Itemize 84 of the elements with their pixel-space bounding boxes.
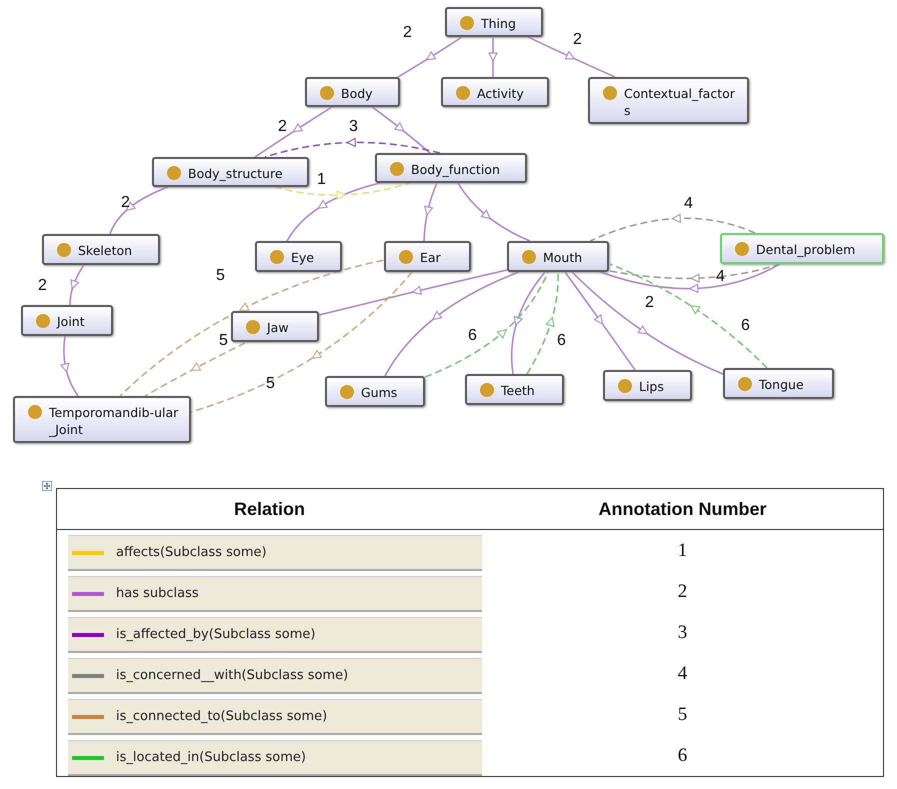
edge-number: 4 [716,267,725,287]
relation-name: is_affected_by(Subclass some) [116,627,316,642]
relation-name: is_concerned__with(Subclass some) [116,668,348,683]
class-dot-icon [246,320,260,334]
class-label: Temporomandib-ular_Joint [49,404,180,438]
class-label: Teeth [501,382,535,399]
class-dot-icon [28,405,42,419]
class-node[interactable]: Ear [384,241,471,272]
class-dot-icon [167,166,181,180]
class-node[interactable]: Thing [445,7,543,37]
class-node[interactable]: Lips [603,370,692,401]
edge-number: 6 [557,331,566,351]
edge-number: 1 [317,170,326,190]
class-label: Contextual_factors [624,85,736,119]
edge-number: 5 [216,266,225,286]
edge-number: 2 [278,117,287,137]
annotation-number: 1 [482,530,884,571]
class-dot-icon [618,379,632,393]
class-dot-icon [399,250,413,264]
class-node[interactable]: Activity [441,77,549,107]
class-dot-icon [460,16,474,30]
class-label: Ear [420,249,441,266]
move-handle-icon[interactable] [42,481,52,491]
class-dot-icon [603,86,617,100]
class-node[interactable]: Tongue [723,368,834,399]
class-label: Joint [57,313,85,330]
class-label: Gums [361,384,398,401]
edge-number: 2 [38,276,47,296]
class-dot-icon [735,242,749,256]
edge-number: 2 [403,23,412,43]
class-label: Body [341,85,373,102]
edge-number: 6 [741,316,750,336]
class-node[interactable]: Gums [325,376,425,407]
class-node[interactable]: Body_structure [152,157,309,187]
class-label: Tongue [759,376,804,393]
class-dot-icon [36,314,50,328]
column-header: Annotation Number [482,488,884,530]
class-dot-icon [456,86,470,100]
class-dot-icon [340,385,354,399]
class-label: Activity [477,85,524,102]
class-node[interactable]: Body [305,77,400,107]
class-label: Lips [639,378,664,395]
relation-name: affects(Subclass some) [116,545,267,560]
edge-number: 2 [645,293,654,313]
class-node[interactable]: Jaw [231,311,319,342]
class-node[interactable]: Teeth [465,374,564,405]
class-dot-icon [480,383,494,397]
class-label: Body_function [411,161,500,178]
class-dot-icon [320,86,334,100]
relation-name: is_connected_to(Subclass some) [116,709,328,724]
class-node[interactable]: Dental_problem [720,233,884,264]
edge-number: 2 [573,30,582,50]
relation-name: is_located_in(Subclass some) [116,750,306,765]
class-node[interactable]: Skeleton [42,234,160,265]
class-node[interactable]: Eye [255,241,342,272]
class-label: Skeleton [78,242,132,259]
annotation-number: 5 [482,694,884,735]
class-label: Eye [291,249,314,266]
class-dot-icon [57,243,71,257]
edge-number: 4 [684,194,693,214]
edge-number: 6 [468,326,477,346]
edge-number: 5 [219,331,228,351]
class-node[interactable]: Contextual_factors [588,77,749,124]
class-dot-icon [390,162,404,176]
class-label: Thing [481,15,516,32]
class-dot-icon [522,250,536,264]
annotation-number: 6 [482,735,884,776]
edge-number: 3 [349,117,358,137]
class-node[interactable]: Temporomandib-ular_Joint [13,396,191,443]
class-label: Dental_problem [756,241,856,258]
class-label: Body_structure [188,165,283,182]
edge-number: 2 [121,193,130,213]
class-node[interactable]: Joint [21,305,113,336]
relation-name: has subclass [116,586,199,601]
annotation-number: 4 [482,653,884,694]
class-dot-icon [270,250,284,264]
class-node[interactable]: Mouth [507,241,609,272]
annotation-number: 2 [482,571,884,612]
annotation-number: 3 [482,612,884,653]
column-header: Relation [56,488,482,530]
class-label: Mouth [543,249,582,266]
class-node[interactable]: Body_function [375,153,527,183]
class-label: Jaw [267,319,289,336]
class-dot-icon [738,377,752,391]
